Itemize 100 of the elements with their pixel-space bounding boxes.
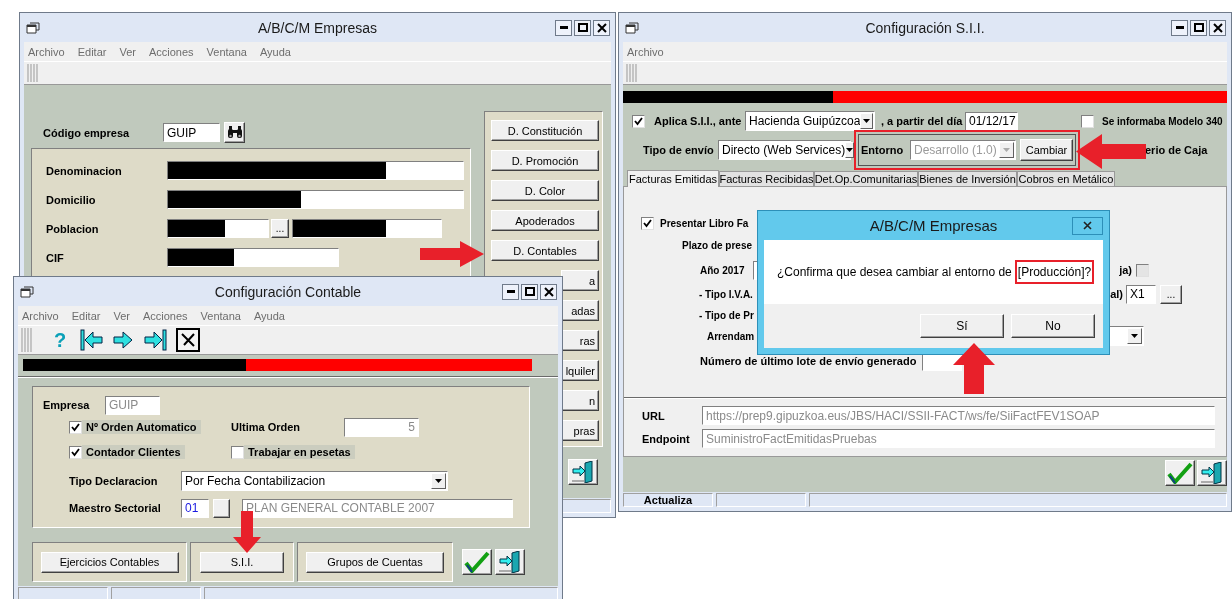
menu-item[interactable]: Archivo <box>627 45 664 58</box>
field-label: Número de último lote de envío generado <box>700 355 917 367</box>
caret-icon <box>1003 148 1010 152</box>
action-button[interactable]: S.I.I. <box>200 551 284 573</box>
maximize-button[interactable] <box>574 19 591 36</box>
dialog-button[interactable]: Sí <box>920 314 1004 338</box>
menu-item[interactable]: Ventana <box>206 45 247 58</box>
input-field[interactable] <box>292 219 442 238</box>
exit-door-button[interactable] <box>568 459 598 485</box>
checkmark-button[interactable] <box>1165 460 1195 486</box>
menu-item[interactable]: Archivo <box>22 309 59 322</box>
checkbox[interactable] <box>231 445 244 459</box>
input-field[interactable] <box>167 161 464 180</box>
exit-door-icon <box>570 461 596 483</box>
status-text: Actualiza <box>623 493 713 507</box>
search-button[interactable] <box>224 122 245 143</box>
exit-door-button[interactable] <box>1197 460 1227 486</box>
side-button[interactable]: D. Constitución <box>491 120 599 141</box>
side-button[interactable]: D. Color <box>491 180 599 201</box>
minimize-icon <box>559 26 568 29</box>
menu-item[interactable]: Ventana <box>200 309 241 322</box>
side-button[interactable]: adas <box>561 300 599 321</box>
skip-back-icon[interactable] <box>80 328 105 352</box>
input-field[interactable]: GUIP <box>163 123 220 142</box>
toolbar-grip[interactable] <box>625 63 639 83</box>
close-button[interactable] <box>1072 216 1103 235</box>
menu-item[interactable]: Ver <box>113 309 130 322</box>
toolbar-grip[interactable] <box>20 327 34 353</box>
input-field[interactable]: X1 <box>1126 284 1156 304</box>
dropdown[interactable]: Hacienda Guipúzcoa <box>745 111 875 131</box>
dialog-title: A/B/C/M Empresas <box>868 217 999 234</box>
skip-forward-icon[interactable] <box>144 328 169 352</box>
input-field[interactable] <box>167 190 464 209</box>
menu-item[interactable]: Ver <box>119 45 136 58</box>
menu-item[interactable]: Acciones <box>148 45 194 58</box>
checkbox[interactable] <box>641 216 654 230</box>
tab[interactable]: Cobros en Metálico <box>1017 171 1115 186</box>
caret-icon <box>846 148 854 152</box>
field-label: Año 2017 <box>700 264 746 276</box>
checkbox-label: Contador Clientes <box>82 445 185 459</box>
checkbox[interactable] <box>69 445 82 459</box>
checkbox-label: Trabajar en pesetas <box>244 445 355 459</box>
menu-item[interactable]: Editar <box>77 45 107 58</box>
field-label: Plazo de prese <box>682 239 753 251</box>
lookup-button[interactable]: ... <box>271 219 289 238</box>
dialog-message: ¿Confirma que desea cambiar al entorno de [Producción]? <box>777 259 1095 285</box>
side-button[interactable]: n <box>561 390 599 411</box>
minimize-button[interactable] <box>502 283 519 300</box>
side-button[interactable]: lquiler <box>561 360 599 381</box>
lookup-button[interactable]: ... <box>1160 284 1182 304</box>
maximize-button[interactable] <box>521 283 538 300</box>
dropdown[interactable]: Directo (Web Services) <box>718 140 851 160</box>
side-button[interactable]: a <box>561 270 599 291</box>
input-field[interactable]: 01/12/17 <box>965 111 1018 131</box>
side-button[interactable]: D. Contables <box>491 240 599 261</box>
window-title: A/B/C/M Empresas <box>257 19 378 36</box>
field-label: CIF <box>46 251 65 264</box>
checkbox[interactable] <box>632 114 645 128</box>
dropdown[interactable]: Por Fecha Contabilizacion <box>181 471 448 491</box>
menu-item[interactable]: Ayuda <box>259 45 291 58</box>
checkbox[interactable] <box>1136 263 1149 277</box>
maximize-icon <box>1193 23 1204 32</box>
action-button[interactable]: Grupos de Cuentas <box>306 551 444 573</box>
maximize-icon <box>524 287 535 296</box>
tab[interactable]: Facturas Recibidas <box>719 171 814 186</box>
input-field[interactable] <box>167 219 269 238</box>
tab[interactable]: Det.Op.Comunitarias <box>814 171 918 186</box>
field-label: Entorno <box>861 144 905 156</box>
exit-door-icon <box>497 551 523 573</box>
side-button[interactable]: pras <box>561 420 599 441</box>
cancel-icon[interactable] <box>176 328 201 352</box>
maximize-button[interactable] <box>1190 19 1207 36</box>
menu-item[interactable]: Acciones <box>142 309 188 322</box>
side-button[interactable]: Apoderados <box>491 210 599 231</box>
tab[interactable]: Facturas Emitidas <box>627 170 719 187</box>
action-button[interactable]: Ejercicios Contables <box>40 551 179 573</box>
tab[interactable]: Bienes de Inversión <box>918 171 1017 186</box>
close-button[interactable] <box>593 19 610 36</box>
side-button[interactable]: D. Promoción <box>491 150 599 171</box>
checkmark-button[interactable] <box>462 549 492 575</box>
window-title: Configuración S.I.I. <box>864 19 986 36</box>
lookup-button[interactable] <box>213 498 230 518</box>
menu-item[interactable]: Editar <box>71 309 101 322</box>
dialog-button[interactable]: No <box>1011 314 1095 338</box>
exit-door-button[interactable] <box>495 549 525 575</box>
checkbox[interactable] <box>69 420 82 434</box>
menu-item[interactable]: Archivo <box>28 45 65 58</box>
input-field[interactable] <box>167 248 339 267</box>
close-button[interactable] <box>540 283 557 300</box>
minimize-button[interactable] <box>555 19 572 36</box>
toolbar-grip[interactable] <box>26 63 40 83</box>
close-button[interactable] <box>1209 19 1226 36</box>
field-label: Empresa <box>43 399 91 411</box>
side-button[interactable]: ras <box>561 330 599 351</box>
minimize-icon <box>1175 26 1184 29</box>
window-icon <box>20 285 34 298</box>
minimize-button[interactable] <box>1171 19 1188 36</box>
field-label: erio de Caja <box>1145 144 1208 156</box>
menu-item[interactable]: Ayuda <box>253 309 285 322</box>
checkbox[interactable] <box>1081 114 1094 128</box>
